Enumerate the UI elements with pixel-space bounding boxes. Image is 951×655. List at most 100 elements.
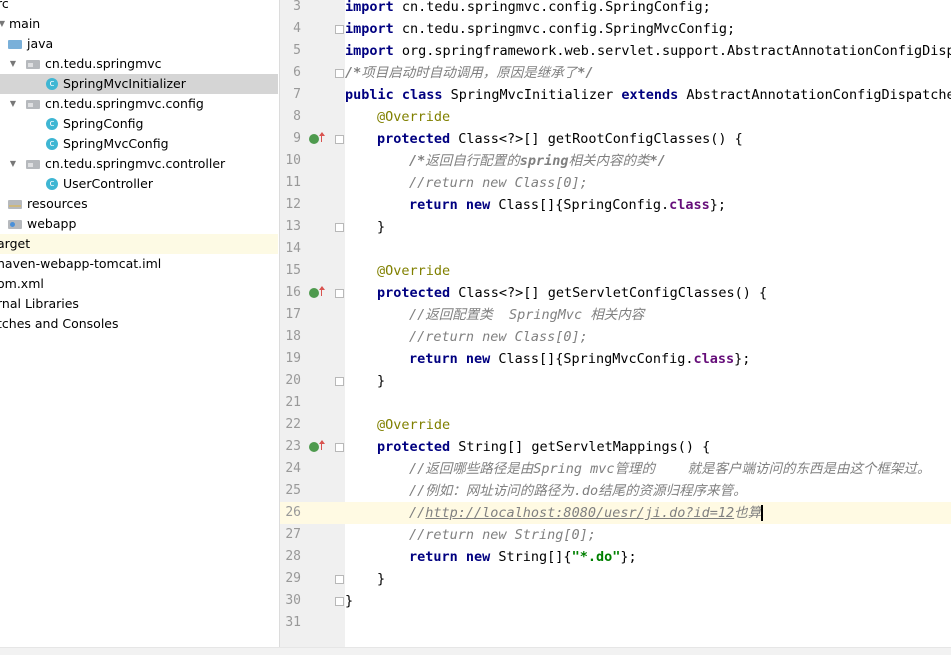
fold-marker-icon[interactable] bbox=[335, 597, 344, 606]
code-line[interactable]: @Override bbox=[345, 260, 951, 282]
code-text: @Override bbox=[377, 109, 450, 125]
tree-item-springconfig[interactable]: c SpringConfig bbox=[0, 114, 278, 134]
code-line[interactable]: } bbox=[345, 370, 951, 392]
code-token: //返回配置类 SpringMvc 相关内容 bbox=[409, 307, 645, 323]
code-line[interactable] bbox=[345, 612, 951, 634]
expanded-arrow-icon[interactable]: ▼ bbox=[8, 54, 18, 74]
code-line[interactable]: } bbox=[345, 568, 951, 590]
code-line[interactable]: //返回哪些路径是由Spring mvc管理的 就是客户端访问的东西是由这个框架… bbox=[345, 458, 951, 480]
fold-marker-icon[interactable] bbox=[335, 575, 344, 584]
line-number: 4 bbox=[293, 21, 301, 36]
code-line[interactable]: //return new Class[0]; bbox=[345, 326, 951, 348]
tree-item-springmvcinitializer[interactable]: c SpringMvcInitializer bbox=[0, 74, 278, 94]
expanded-arrow-icon[interactable]: ▼ bbox=[8, 154, 18, 174]
gutter-line: 27 bbox=[280, 524, 345, 546]
code-line[interactable]: } bbox=[345, 216, 951, 238]
code-editor[interactable]: import cn.tedu.springmvc.config.SpringCo… bbox=[345, 0, 951, 654]
code-line[interactable]: //返回配置类 SpringMvc 相关内容 bbox=[345, 304, 951, 326]
code-text: } bbox=[345, 593, 353, 609]
tree-item-scratches[interactable]: tches and Consoles bbox=[0, 314, 278, 334]
gutter-line: 22 bbox=[280, 414, 345, 436]
tree-item-usercontroller[interactable]: c UserController bbox=[0, 174, 278, 194]
tree-item-java[interactable]: java bbox=[0, 34, 278, 54]
gutter-line: 6 bbox=[280, 62, 345, 84]
code-line[interactable]: import cn.tedu.springmvc.config.SpringMv… bbox=[345, 18, 951, 40]
line-number: 16 bbox=[285, 285, 301, 300]
tree-item-iml-file[interactable]: naven-webapp-tomcat.iml bbox=[0, 254, 278, 274]
override-marker-icon[interactable] bbox=[309, 286, 325, 298]
code-line[interactable]: protected Class<?>[] getServletConfigCla… bbox=[345, 282, 951, 304]
code-token: 也算 bbox=[734, 505, 762, 521]
code-line[interactable]: //http://localhost:8080/uesr/ji.do?id=12… bbox=[345, 502, 951, 524]
tree-item-resources[interactable]: resources bbox=[0, 194, 278, 214]
code-line[interactable]: } bbox=[345, 590, 951, 612]
tree-item-label: cn.tedu.springmvc bbox=[45, 56, 162, 71]
code-text: return new String[]{"*.do"}; bbox=[409, 549, 637, 565]
gutter-line: 13 bbox=[280, 216, 345, 238]
gutter-line: 30 bbox=[280, 590, 345, 612]
code-token: http://localhost:8080/uesr/ji.do?id=12 bbox=[425, 505, 735, 521]
expanded-arrow-icon[interactable]: ▼ bbox=[0, 14, 7, 34]
tree-item-springmvcconfig[interactable]: c SpringMvcConfig bbox=[0, 134, 278, 154]
code-token: org.springframework.web.servlet.support.… bbox=[393, 43, 951, 59]
gutter-line: 12 bbox=[280, 194, 345, 216]
code-line[interactable]: @Override bbox=[345, 106, 951, 128]
tree-item-package-config[interactable]: ▼ cn.tedu.springmvc.config bbox=[0, 94, 278, 114]
code-line[interactable]: //return new String[0]; bbox=[345, 524, 951, 546]
code-text: //返回哪些路径是由Spring mvc管理的 就是客户端访问的东西是由这个框架… bbox=[409, 461, 931, 477]
package-icon bbox=[26, 160, 40, 169]
code-text: import cn.tedu.springmvc.config.SpringCo… bbox=[345, 0, 711, 15]
code-token: String[] getServletMappings() { bbox=[450, 439, 711, 455]
tree-item-webapp[interactable]: webapp bbox=[0, 214, 278, 234]
code-token: */ bbox=[577, 65, 594, 81]
code-line[interactable]: /*返回自行配置的spring相关内容的类*/ bbox=[345, 150, 951, 172]
override-marker-icon[interactable] bbox=[309, 440, 325, 452]
fold-marker-icon[interactable] bbox=[335, 443, 344, 452]
web-folder-icon bbox=[8, 220, 22, 229]
gutter-line: 16 bbox=[280, 282, 345, 304]
code-token: //返回哪些路径是由Spring mvc管理的 就是客户端访问的东西是由这个框架… bbox=[409, 461, 931, 477]
fold-marker-icon[interactable] bbox=[335, 289, 344, 298]
code-text: import org.springframework.web.servlet.s… bbox=[345, 43, 951, 59]
gutter-line: 7 bbox=[280, 84, 345, 106]
code-line[interactable]: return new Class[]{SpringConfig.class}; bbox=[345, 194, 951, 216]
code-line[interactable]: return new Class[]{SpringMvcConfig.class… bbox=[345, 348, 951, 370]
code-line[interactable]: import org.springframework.web.servlet.s… bbox=[345, 40, 951, 62]
code-line[interactable]: import cn.tedu.springmvc.config.SpringCo… bbox=[345, 0, 951, 18]
tree-item-package-controller[interactable]: ▼ cn.tedu.springmvc.controller bbox=[0, 154, 278, 174]
source-folder-icon bbox=[8, 40, 22, 49]
code-token: class bbox=[669, 197, 710, 213]
fold-marker-icon[interactable] bbox=[335, 223, 344, 232]
tree-item-target[interactable]: arget bbox=[0, 234, 278, 254]
tree-item-package-springmvc[interactable]: ▼ cn.tedu.springmvc bbox=[0, 54, 278, 74]
code-line[interactable]: return new String[]{"*.do"}; bbox=[345, 546, 951, 568]
code-line[interactable]: /*项目启动时自动调用，原因是继承了*/ bbox=[345, 62, 951, 84]
fold-marker-icon[interactable] bbox=[335, 377, 344, 386]
code-line[interactable]: protected String[] getServletMappings() … bbox=[345, 436, 951, 458]
class-icon: c bbox=[46, 138, 58, 150]
override-marker-icon[interactable] bbox=[309, 132, 325, 144]
code-line[interactable]: //return new Class[0]; bbox=[345, 172, 951, 194]
fold-marker-icon[interactable] bbox=[335, 135, 344, 144]
code-line[interactable]: public class SpringMvcInitializer extend… bbox=[345, 84, 951, 106]
code-text: protected Class<?>[] getServletConfigCla… bbox=[377, 285, 767, 301]
gutter-line: 5 bbox=[280, 40, 345, 62]
code-text: return new Class[]{SpringConfig.class}; bbox=[409, 197, 726, 213]
code-text: //return new String[0]; bbox=[409, 527, 596, 543]
code-line[interactable] bbox=[345, 238, 951, 260]
code-line[interactable]: protected Class<?>[] getRootConfigClasse… bbox=[345, 128, 951, 150]
tree-item-main[interactable]: ▼ main bbox=[0, 14, 278, 34]
code-token: /* bbox=[409, 153, 426, 169]
code-line[interactable] bbox=[345, 392, 951, 414]
fold-marker-icon[interactable] bbox=[335, 69, 344, 78]
tree-item-src[interactable]: rc bbox=[0, 0, 278, 14]
expanded-arrow-icon[interactable]: ▼ bbox=[8, 94, 18, 114]
code-line[interactable]: @Override bbox=[345, 414, 951, 436]
gutter-line: 11 bbox=[280, 172, 345, 194]
gutter-line: 14 bbox=[280, 238, 345, 260]
fold-marker-icon[interactable] bbox=[335, 25, 344, 34]
code-line[interactable]: //例如：网址访问的路径为.do结尾的资源归程序来管。 bbox=[345, 480, 951, 502]
tree-item-pom-xml[interactable]: om.xml bbox=[0, 274, 278, 294]
tree-item-external-libraries[interactable]: rnal Libraries bbox=[0, 294, 278, 314]
line-number: 31 bbox=[285, 615, 301, 630]
